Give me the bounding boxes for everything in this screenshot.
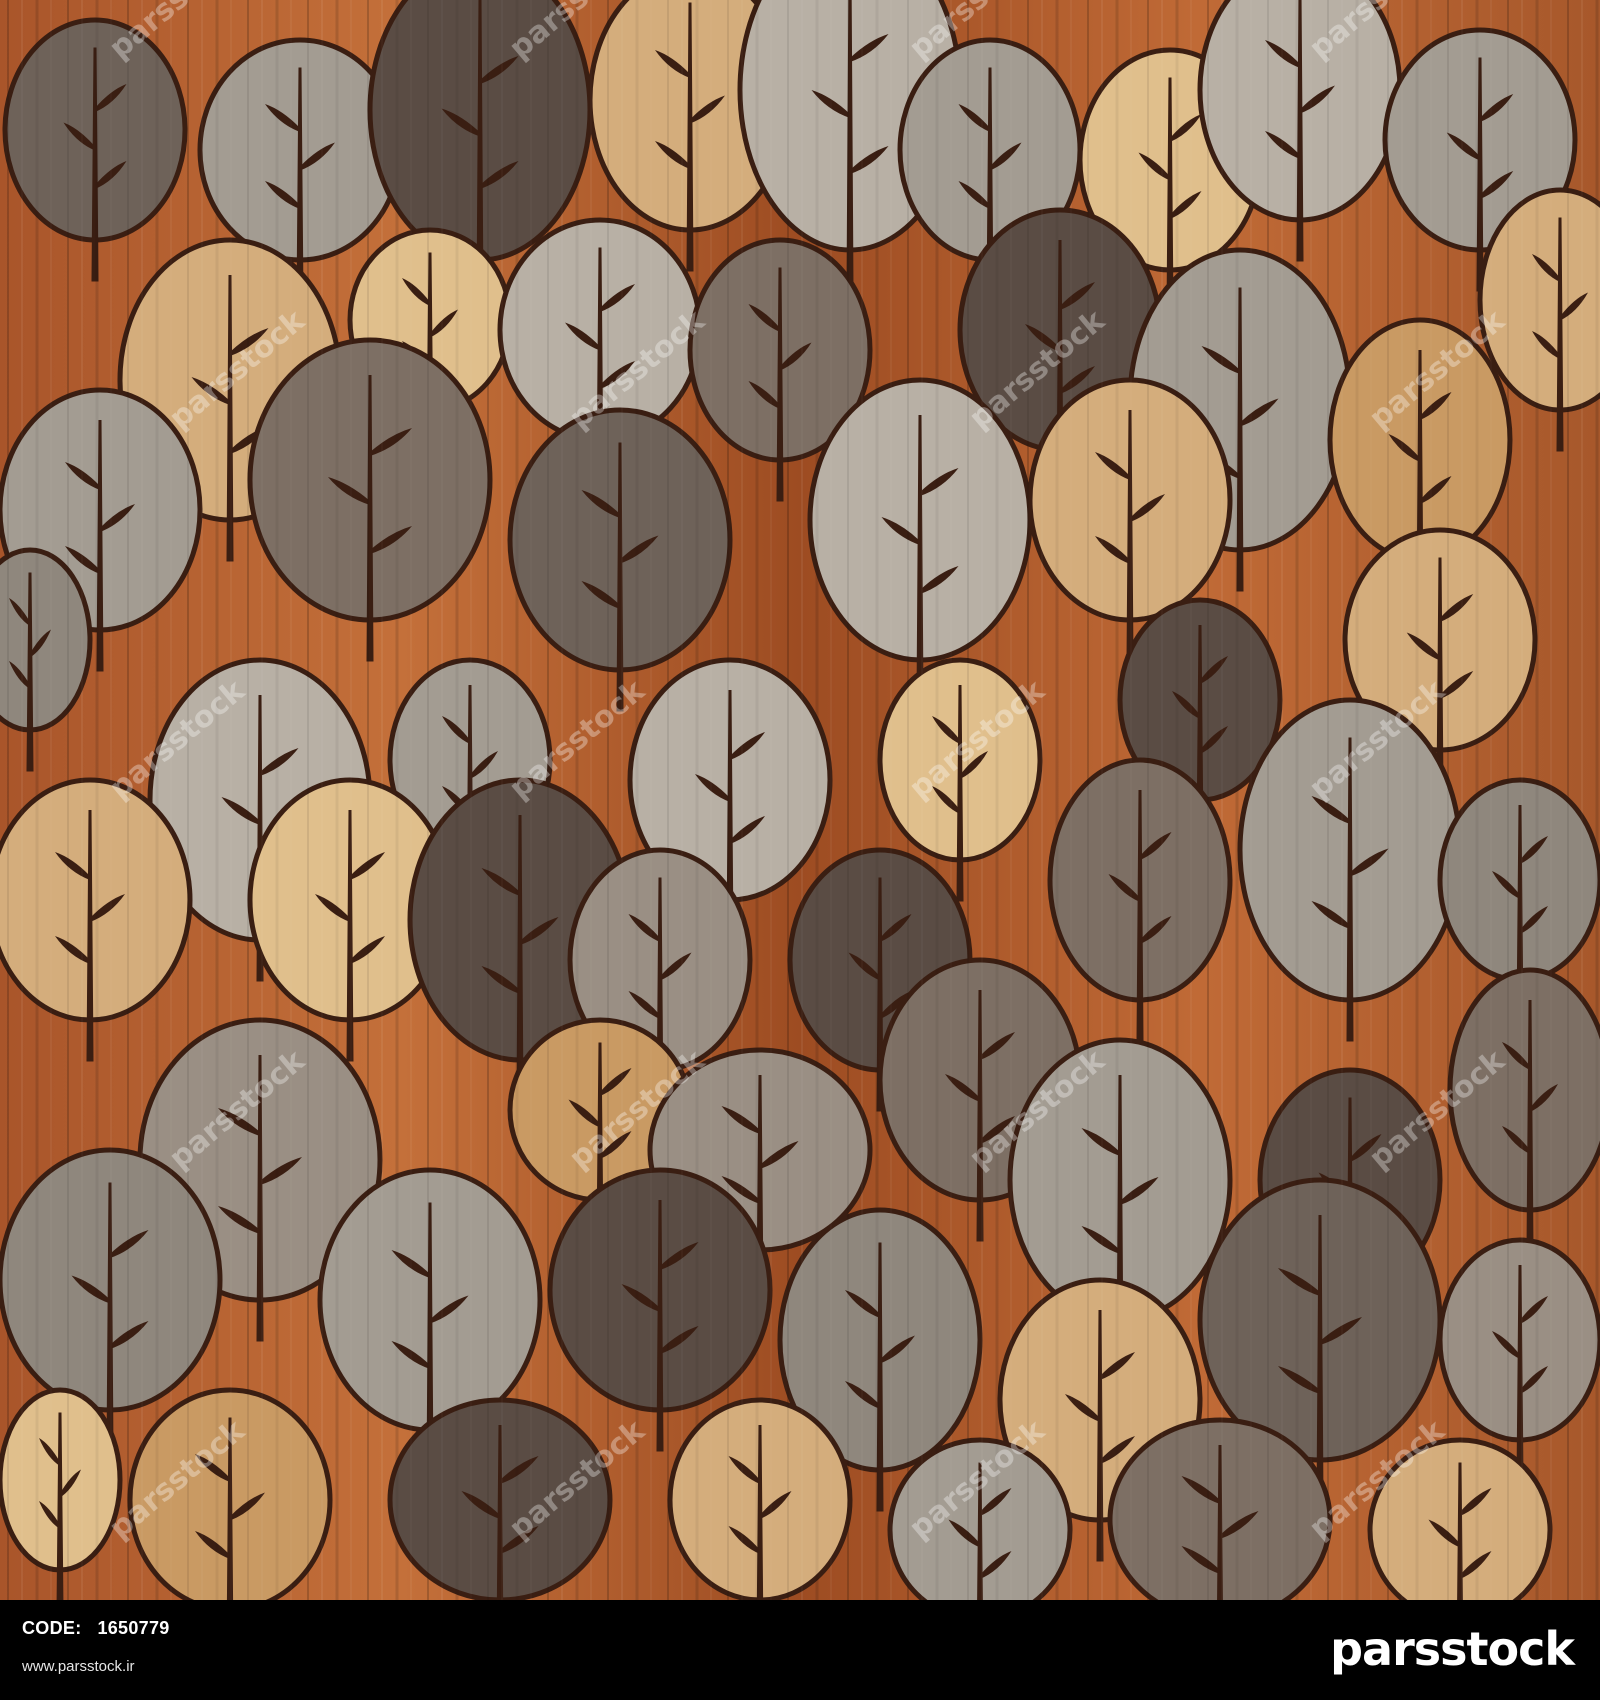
code-value: 1650779 [97,1618,170,1638]
image-code: CODE: 1650779 [22,1618,170,1639]
brand-logo: parsstock [1330,1622,1575,1676]
website-link[interactable]: www.parsstock.ir [22,1658,135,1675]
tree-grain-overlay [0,0,1600,1600]
image-info-footer: CODE: 1650779 www.parsstock.ir parsstock [0,1600,1600,1700]
wooden-tree-pattern-image: parsstock parsstock parsstock parsstockpars… [0,0,1600,1600]
stock-image-page: parsstock parsstock parsstock parsstock pars… [0,0,1600,1700]
code-label: CODE: [22,1618,82,1638]
